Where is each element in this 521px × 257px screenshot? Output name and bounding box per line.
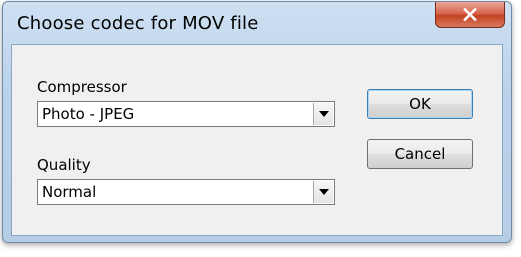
cancel-button[interactable]: Cancel bbox=[367, 139, 473, 169]
compressor-label: Compressor bbox=[37, 78, 127, 96]
ok-button[interactable]: OK bbox=[367, 89, 473, 119]
window-title: Choose codec for MOV file bbox=[17, 13, 259, 34]
dialog-window: Choose codec for MOV file Compressor Pho… bbox=[2, 1, 512, 243]
chevron-down-icon[interactable] bbox=[313, 181, 333, 203]
title-bar[interactable]: Choose codec for MOV file bbox=[3, 2, 511, 44]
quality-selected-value: Normal bbox=[42, 183, 97, 201]
dialog-body: Compressor Photo - JPEG Quality Normal O… bbox=[11, 44, 503, 236]
quality-dropdown[interactable]: Normal bbox=[37, 179, 335, 205]
compressor-selected-value: Photo - JPEG bbox=[42, 105, 135, 123]
close-button[interactable] bbox=[435, 2, 505, 28]
compressor-dropdown[interactable]: Photo - JPEG bbox=[37, 101, 335, 127]
close-icon bbox=[463, 8, 477, 21]
quality-label: Quality bbox=[37, 156, 91, 174]
chevron-down-icon[interactable] bbox=[313, 103, 333, 125]
